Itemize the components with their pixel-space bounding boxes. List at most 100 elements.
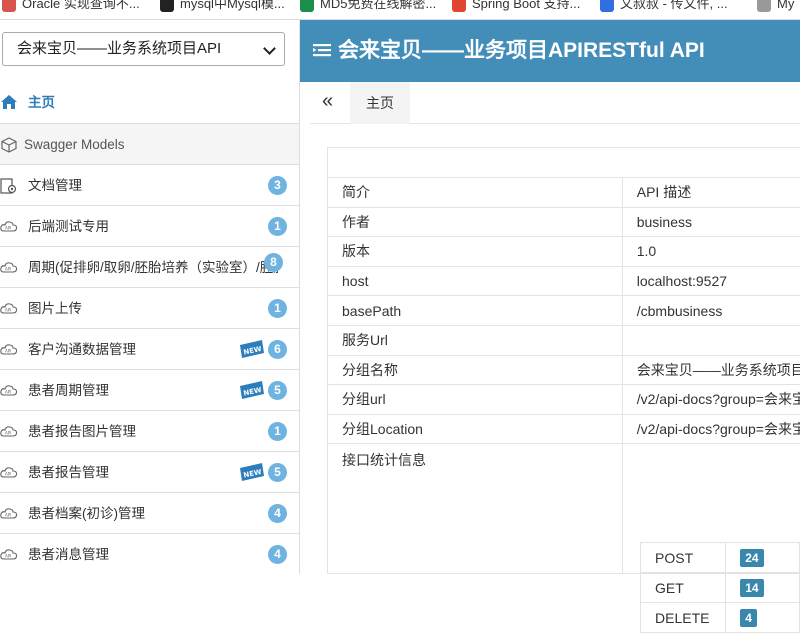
gear-doc-icon (0, 178, 18, 194)
info-value: 会来宝贝——业务系统项目 (622, 355, 800, 385)
bookmark-favicon (160, 0, 174, 12)
method-count-cell: 4 (726, 603, 800, 633)
bookmark-favicon (600, 0, 614, 12)
sidebar-item-label: 患者消息管理 (28, 534, 278, 574)
bookmark-item[interactable]: Spring Boot 支持... (452, 0, 580, 14)
http-method: DELETE (641, 603, 726, 633)
bookmark-item[interactable]: MD5免费在线解密... (300, 0, 436, 14)
info-key: 分组url (328, 385, 623, 415)
info-key: 服务Url (328, 325, 623, 355)
sidebar-item-label: 周期(促排卵/取卵/胚胎培养（实验室）/胚胎移植 (28, 247, 278, 288)
count-badge: 5 (268, 463, 287, 482)
count-badge: 4 (268, 545, 287, 564)
svg-text:API: API (5, 349, 11, 354)
tab-bar: « 主页 (310, 82, 800, 124)
group-select-area: 会来宝贝——业务系统项目API (0, 20, 300, 82)
sidebar: 主页 Swagger Models 文档管理 3 API 后端测试专用 1 AP… (0, 82, 300, 574)
info-key: 分组名称 (328, 355, 623, 385)
api-cloud-icon: API (0, 383, 18, 399)
new-badge-icon: NEW (239, 339, 265, 359)
sidebar-item-patient-cycle[interactable]: API 患者周期管理 NEW 5 (0, 370, 299, 411)
sidebar-item-home[interactable]: 主页 (0, 82, 299, 124)
table-row: 服务Url (328, 325, 800, 355)
bookmark-favicon (757, 0, 771, 12)
new-badge-icon: NEW (239, 462, 265, 482)
group-select-value: 会来宝贝——业务系统项目API (17, 40, 221, 57)
sidebar-item-doc-management[interactable]: 文档管理 3 (0, 165, 299, 206)
info-value: /v2/api-docs?group=会来宝 (622, 414, 800, 444)
info-value: /v2/api-docs?group=会来宝 (622, 385, 800, 415)
sidebar-item-image-upload[interactable]: API 图片上传 1 (0, 288, 299, 329)
bookmark-favicon (300, 0, 314, 12)
table-row: 分组Location/v2/api-docs?group=会来宝 (328, 414, 800, 444)
sidebar-item-swagger-models[interactable]: Swagger Models (0, 124, 299, 165)
table-row: POST24 (641, 543, 800, 573)
table-row: 分组url/v2/api-docs?group=会来宝 (328, 385, 800, 415)
info-key: 版本 (328, 237, 623, 267)
bookmark-item[interactable]: 文叔叔 - 传文件, ... (600, 0, 728, 14)
info-value: /cbmbusiness (622, 296, 800, 326)
bookmarks-bar: Oracle 实现查询不... mysql中Mysql模... MD5免费在线解… (0, 0, 800, 20)
table-header-row (328, 148, 800, 178)
count-badge: 4 (268, 504, 287, 523)
collapse-sidebar-button[interactable]: « (322, 90, 333, 113)
sidebar-item-label: 文档管理 (28, 165, 278, 206)
count-badge: 1 (268, 217, 287, 236)
sidebar-item-label: Swagger Models (24, 124, 274, 165)
svg-text:API: API (5, 554, 11, 559)
bookmark-favicon (2, 0, 16, 12)
table-row: 简介API 描述 (328, 178, 800, 208)
sidebar-item-label: 图片上传 (28, 288, 278, 329)
bookmark-item[interactable]: mysql中Mysql模... (160, 0, 285, 14)
info-value: localhost:9527 (622, 266, 800, 296)
http-method: GET (641, 573, 726, 603)
svg-text:API: API (5, 513, 11, 518)
info-key: 作者 (328, 207, 623, 237)
api-cloud-icon: API (0, 342, 18, 358)
info-value (622, 325, 800, 355)
group-select[interactable]: 会来宝贝——业务系统项目API (2, 32, 285, 66)
count-badge: 6 (268, 340, 287, 359)
api-cloud-icon: API (0, 547, 18, 563)
sidebar-item-cycle[interactable]: API 周期(促排卵/取卵/胚胎培养（实验室）/胚胎移植 8 (0, 247, 299, 288)
table-row: hostlocalhost:9527 (328, 266, 800, 296)
count-badge: 1 (268, 299, 287, 318)
main-content: « 主页 简介API 描述 作者business 版本1.0 hostlocal… (310, 82, 800, 574)
app-header: 会来宝贝——业务项目APIRESTful API (300, 20, 800, 82)
menu-toggle-icon[interactable] (312, 40, 332, 60)
svg-text:API: API (5, 267, 11, 272)
method-count-badge: 4 (740, 609, 757, 627)
svg-text:API: API (5, 472, 11, 477)
sidebar-item-patient-records[interactable]: API 患者档案(初诊)管理 4 (0, 493, 299, 534)
sidebar-item-label: 后端测试专用 (28, 206, 278, 247)
bookmark-item[interactable]: My (757, 0, 794, 14)
sidebar-item-label: 主页 (28, 82, 278, 123)
bookmark-item[interactable]: Oracle 实现查询不... (2, 0, 140, 14)
api-cloud-icon: API (0, 465, 18, 481)
table-row: 作者business (328, 207, 800, 237)
count-badge: 3 (268, 176, 287, 195)
count-badge: 5 (268, 381, 287, 400)
api-info-table: 简介API 描述 作者business 版本1.0 hostlocalhost:… (327, 147, 800, 574)
http-method: POST (641, 543, 726, 573)
api-stats-table: POST24 GET 14 DELETE 4 (640, 542, 800, 633)
svg-text:API: API (5, 390, 11, 395)
sidebar-item-backend-test[interactable]: API 后端测试专用 1 (0, 206, 299, 247)
api-cloud-icon: API (0, 219, 18, 235)
table-header-cell (328, 148, 800, 178)
count-badge: 8 (264, 253, 283, 272)
tab-home[interactable]: 主页 (350, 82, 410, 124)
method-count-badge: 14 (740, 579, 763, 597)
sidebar-item-customer-communication[interactable]: API 客户沟通数据管理 NEW 6 (0, 329, 299, 370)
sidebar-item-label: 患者报告图片管理 (28, 411, 278, 452)
method-count-cell: 24 (726, 543, 800, 573)
info-key: basePath (328, 296, 623, 326)
sidebar-item-patient-messages[interactable]: API 患者消息管理 4 (0, 534, 299, 574)
api-cloud-icon: API (0, 424, 18, 440)
svg-text:API: API (5, 226, 11, 231)
sidebar-item-report-images[interactable]: API 患者报告图片管理 1 (0, 411, 299, 452)
svg-text:API: API (5, 431, 11, 436)
sidebar-item-reports[interactable]: API 患者报告管理 NEW 5 (0, 452, 299, 493)
info-key: host (328, 266, 623, 296)
info-key: 简介 (328, 178, 623, 208)
